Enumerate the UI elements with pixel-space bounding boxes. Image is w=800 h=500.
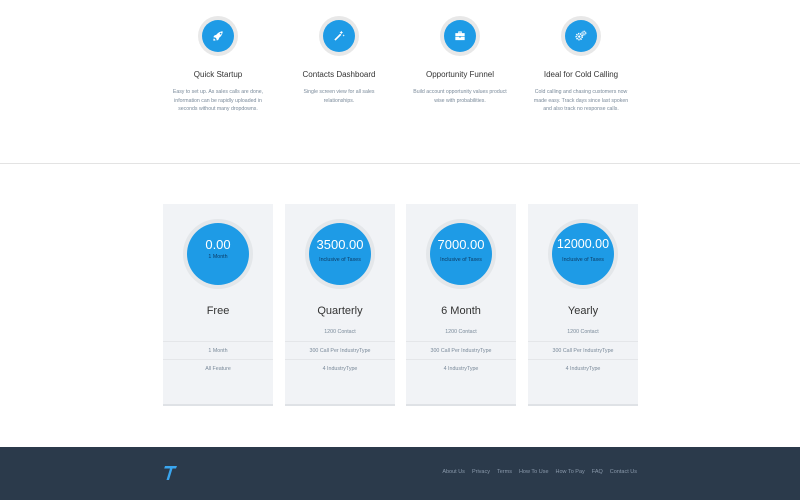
plan-price-note: Inclusive of Taxes <box>440 257 482 263</box>
price-circle: 3500.00 Inclusive of Taxes <box>309 223 371 285</box>
plan-feature-row: 4 IndustryType <box>406 359 516 377</box>
plan-price: 0.00 <box>205 237 231 252</box>
plan-price: 7000.00 <box>437 237 485 252</box>
features-section: Quick Startup Easy to set up. As sales c… <box>0 0 800 164</box>
plan-feature-row <box>163 323 273 341</box>
plan-card-6-month[interactable]: 7000.00 Inclusive of Taxes 6 Month 1200 … <box>406 204 516 406</box>
feature-icon-ring <box>319 16 359 56</box>
footer-link-contact-us[interactable]: Contact Us <box>610 469 637 475</box>
plan-feature-row: 1200 Contact <box>324 329 356 335</box>
feature-desc-line: Easy to set up. As sales calls are done, <box>172 89 264 95</box>
plan-card-quarterly[interactable]: 3500.00 Inclusive of Taxes Quarterly 120… <box>285 204 395 406</box>
feature-icon-ring <box>561 16 601 56</box>
plan-card-free[interactable]: 0.00 1 Month Free 1 Month All Feature <box>163 204 273 406</box>
plan-name: Yearly <box>567 305 599 317</box>
plan-price-note: Inclusive of Taxes <box>319 257 361 263</box>
plan-feature-row: 4 IndustryType <box>285 359 395 377</box>
magic-wand-icon <box>323 20 355 52</box>
feature-title: Quick Startup <box>193 70 243 79</box>
footer: About Us Privacy Terms How To Use How To… <box>0 447 800 500</box>
feature-title: Ideal for Cold Calling <box>543 70 619 79</box>
plan-name: Free <box>206 305 230 317</box>
plan-feature-row: 300 Call Per IndustryType <box>528 341 638 359</box>
plan-feature-row: 300 Call Per IndustryType <box>406 341 516 359</box>
plan-price-note: 1 Month <box>208 254 228 260</box>
feature-desc-line: Cold calling and chasing customers now <box>534 89 628 95</box>
logo[interactable] <box>163 464 179 482</box>
feature-title: Contacts Dashboard <box>302 70 376 79</box>
plan-feature-row: All Feature <box>163 359 273 377</box>
pricing-section: 0.00 1 Month Free 1 Month All Feature 35… <box>0 165 800 447</box>
price-ring: 3500.00 Inclusive of Taxes <box>305 219 375 289</box>
plan-name: 6 Month <box>441 305 481 317</box>
footer-links: About Us Privacy Terms How To Use How To… <box>442 469 637 475</box>
feature-description: Build account opportunity values product… <box>400 88 520 105</box>
feature-contacts-dashboard: Contacts Dashboard Single screen view fo… <box>279 16 399 105</box>
gears-icon <box>565 20 597 52</box>
plan-card-yearly[interactable]: 12000.00 Inclusive of Taxes Yearly 1200 … <box>528 204 638 406</box>
feature-icon-ring <box>198 16 238 56</box>
footer-link-faq[interactable]: FAQ <box>592 469 603 475</box>
price-circle: 7000.00 Inclusive of Taxes <box>430 223 492 285</box>
footer-link-how-to-pay[interactable]: How To Pay <box>556 469 585 475</box>
feature-title: Opportunity Funnel <box>425 70 495 79</box>
feature-quick-startup: Quick Startup Easy to set up. As sales c… <box>158 16 278 114</box>
plan-price: 12000.00 <box>556 237 610 251</box>
feature-desc-line: made easy. Track days since last spoken <box>533 97 629 104</box>
price-circle: 12000.00 Inclusive of Taxes <box>552 223 614 285</box>
feature-icon-ring <box>440 16 480 56</box>
footer-link-privacy[interactable]: Privacy <box>472 469 490 475</box>
feature-description: Easy to set up. As sales calls are done,… <box>158 88 278 114</box>
briefcase-icon <box>444 20 476 52</box>
footer-link-terms[interactable]: Terms <box>497 469 512 475</box>
feature-desc-line: wise with probabilities. <box>434 97 486 104</box>
price-circle: 0.00 1 Month <box>187 223 249 285</box>
feature-desc-line: Single screen view for all sales <box>303 89 375 95</box>
feature-desc-line: Build account opportunity values product <box>413 89 507 95</box>
rocket-icon <box>202 20 234 52</box>
footer-link-about-us[interactable]: About Us <box>442 469 465 475</box>
plan-price-note: Inclusive of Taxes <box>562 257 604 263</box>
footer-link-how-to-use[interactable]: How To Use <box>519 469 549 475</box>
plan-feature-row: 1 Month <box>163 341 273 359</box>
plan-feature-row: 1200 Contact <box>567 329 599 335</box>
plan-price: 3500.00 <box>316 237 364 252</box>
feature-cold-calling: Ideal for Cold Calling Cold calling and … <box>521 16 641 114</box>
logo-mark-icon <box>164 466 177 480</box>
plan-feature-row: 1200 Contact <box>445 329 477 335</box>
plan-feature-row: 300 Call Per IndustryType <box>285 341 395 359</box>
price-ring: 0.00 1 Month <box>183 219 253 289</box>
feature-description: Cold calling and chasing customers now m… <box>521 88 641 114</box>
feature-desc-line: information can be rapidly uploaded in <box>174 97 262 104</box>
price-ring: 12000.00 Inclusive of Taxes <box>548 219 618 289</box>
price-ring: 7000.00 Inclusive of Taxes <box>426 219 496 289</box>
feature-opportunity-funnel: Opportunity Funnel Build account opportu… <box>400 16 520 105</box>
plan-feature-row: 4 IndustryType <box>528 359 638 377</box>
feature-desc-line: relationships. <box>323 97 355 104</box>
feature-description: Single screen view for all sales relatio… <box>279 88 399 105</box>
plan-name: Quarterly <box>317 305 363 317</box>
feature-desc-line: seconds without many dropdowns. <box>178 106 258 112</box>
feature-desc-line: and also track no response calls. <box>543 106 619 112</box>
